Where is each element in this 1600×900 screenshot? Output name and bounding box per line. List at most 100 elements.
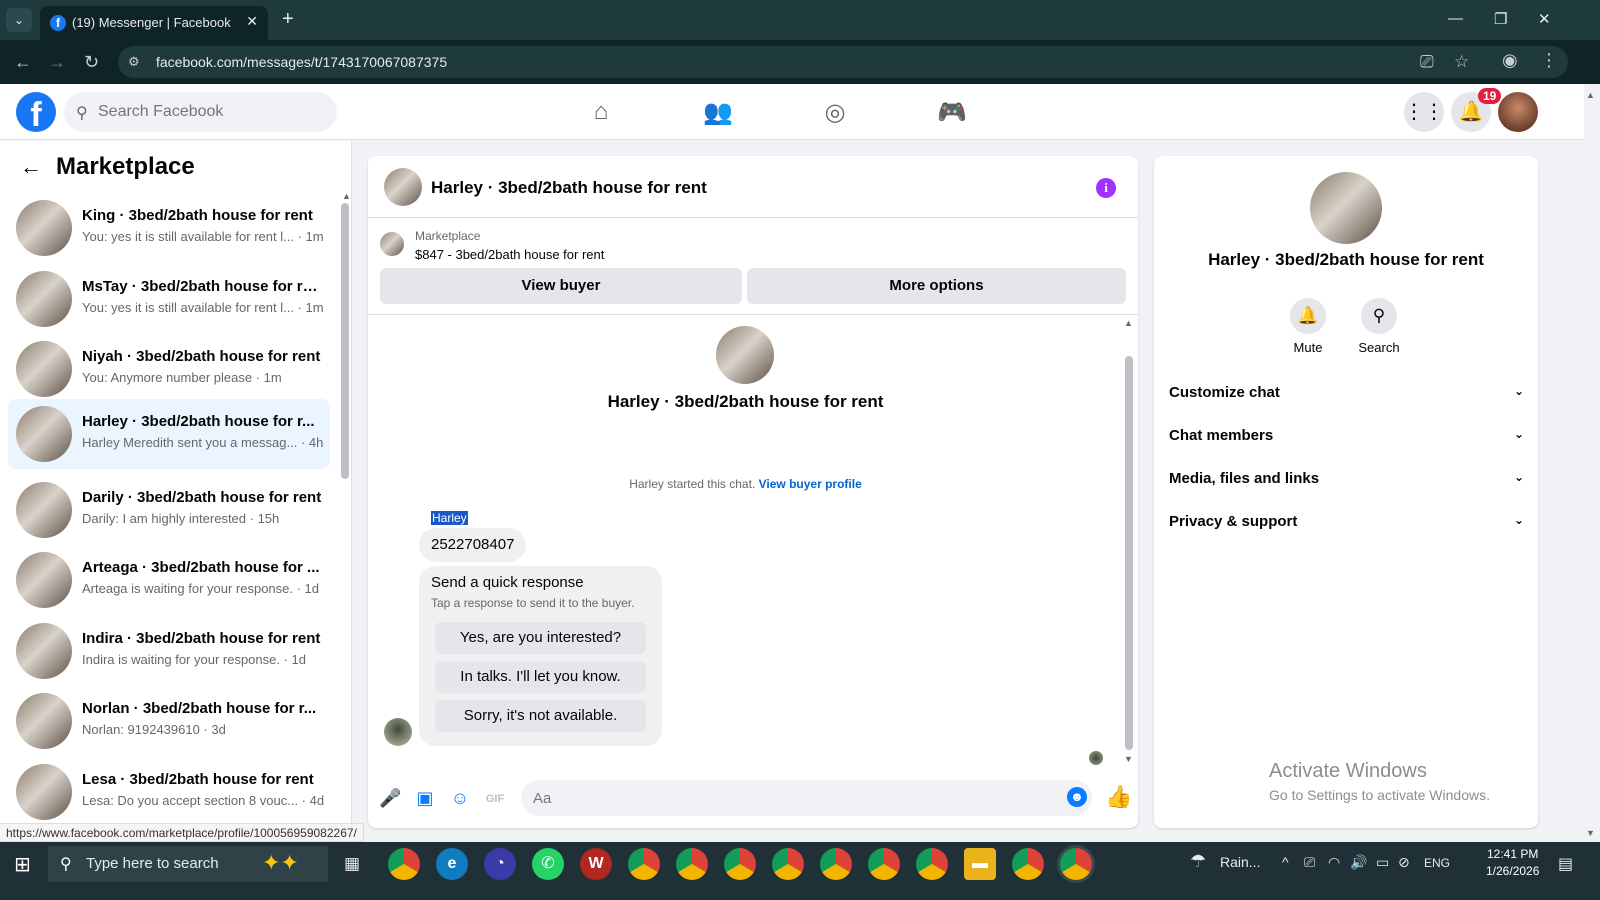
page-scroll-down-icon[interactable]: ▼ — [1586, 828, 1595, 838]
chrome-icon-active[interactable] — [1060, 848, 1092, 880]
gaming-icon[interactable]: 🎮 — [937, 98, 967, 126]
facebook-search[interactable]: ⚲ — [64, 92, 337, 132]
forward-icon[interactable]: → — [48, 52, 66, 73]
wps-icon[interactable]: W — [580, 848, 612, 880]
restore-icon[interactable]: ❐ — [1494, 10, 1507, 28]
photo-icon[interactable]: ▣ — [414, 788, 436, 810]
tab-list-chevron-icon[interactable]: ⌄ — [6, 8, 32, 32]
tray-chevron-up-icon[interactable]: ^ — [1282, 854, 1289, 870]
network-off-icon[interactable]: ⊘ — [1398, 854, 1410, 871]
chrome-icon[interactable] — [820, 848, 852, 880]
friends-icon[interactable]: 👥 — [703, 98, 733, 126]
privacy-support-section[interactable]: Privacy & support ⌄ — [1169, 513, 1524, 530]
chrome-icon[interactable] — [868, 848, 900, 880]
battery-icon[interactable]: ▭ — [1376, 854, 1389, 871]
scroll-up-arrow-icon[interactable]: ▲ — [1124, 318, 1133, 328]
thumbs-up-icon[interactable]: 👍 — [1105, 784, 1132, 810]
microphone-icon[interactable]: 🎤 — [379, 788, 401, 810]
quick-response-button[interactable]: Yes, are you interested? — [435, 622, 646, 654]
quick-response-button[interactable]: In talks. I'll let you know. — [435, 661, 646, 693]
customize-chat-section[interactable]: Customize chat ⌄ — [1169, 384, 1524, 401]
facebook-search-input[interactable] — [98, 92, 328, 132]
whatsapp-icon[interactable]: ✆ — [532, 848, 564, 880]
profile-icon[interactable]: ◉ — [1502, 50, 1518, 71]
clock[interactable]: 12:41 PM 1/26/2026 — [1486, 846, 1539, 880]
browser-tab[interactable]: f (19) Messenger | Facebook ✕ — [40, 6, 268, 40]
weather-icon[interactable]: ☂ — [1190, 851, 1206, 872]
install-app-icon[interactable]: ⎚ — [1420, 52, 1434, 72]
close-tab-icon[interactable]: ✕ — [246, 13, 258, 30]
menu-grid-icon[interactable]: ⋮⋮ — [1404, 92, 1444, 132]
message-bubble[interactable]: 2522708407 — [419, 528, 527, 562]
home-icon[interactable]: ⌂ — [586, 98, 616, 126]
chrome-icon[interactable] — [388, 848, 420, 880]
info-icon[interactable]: i — [1096, 178, 1116, 198]
close-window-icon[interactable]: ✕ — [1538, 10, 1551, 28]
facebook-logo-icon[interactable]: f — [16, 92, 56, 132]
weather-text[interactable]: Rain... — [1220, 854, 1260, 870]
chrome-icon[interactable] — [772, 848, 804, 880]
chat-members-section[interactable]: Chat members ⌄ — [1169, 427, 1524, 444]
conversation-item[interactable]: Indira · 3bed/2bath house for rent Indir… — [8, 616, 330, 686]
language-indicator[interactable]: ENG — [1424, 856, 1450, 870]
url-text[interactable]: facebook.com/messages/t/1743170067087375 — [156, 54, 447, 70]
app-icon[interactable]: ◔ — [484, 848, 516, 880]
mute-button[interactable]: 🔔 Mute — [1278, 298, 1338, 355]
chat-title[interactable]: Harley · 3bed/2bath house for rent — [431, 178, 707, 198]
emoji-icon[interactable]: ☻ — [1067, 787, 1087, 807]
account-avatar[interactable] — [1498, 92, 1538, 132]
tray-app-icon[interactable]: ⎚ — [1304, 854, 1315, 871]
bookmark-star-icon[interactable]: ☆ — [1454, 52, 1469, 72]
back-icon[interactable]: ← — [14, 52, 32, 73]
view-buyer-button[interactable]: View buyer — [380, 268, 742, 304]
groups-icon[interactable]: ◎ — [820, 98, 850, 126]
quick-response-button[interactable]: Sorry, it's not available. — [435, 700, 646, 732]
volume-icon[interactable]: 🔊 — [1350, 854, 1367, 871]
chrome-icon[interactable] — [916, 848, 948, 880]
conversation-item[interactable]: Darily · 3bed/2bath house for rent Daril… — [8, 475, 330, 545]
minimize-icon[interactable]: — — [1448, 10, 1463, 27]
more-options-button[interactable]: More options — [747, 268, 1126, 304]
windows-start-icon[interactable]: ⊞ — [14, 852, 31, 877]
omnibox[interactable]: ⚙ facebook.com/messages/t/17431700670873… — [118, 46, 1568, 78]
site-info-icon[interactable]: ⚙ — [128, 54, 144, 70]
file-explorer-icon[interactable]: ▬ — [964, 848, 996, 880]
view-buyer-profile-link[interactable]: View buyer profile — [759, 477, 862, 491]
conversation-item-active[interactable]: Harley · 3bed/2bath house for r... Harle… — [8, 399, 330, 469]
page-scroll-up-icon[interactable]: ▲ — [1586, 90, 1595, 100]
reload-icon[interactable]: ↻ — [84, 52, 99, 73]
edge-icon[interactable]: e — [436, 848, 468, 880]
wifi-icon[interactable]: ◠ — [1328, 854, 1340, 871]
search-in-chat-button[interactable]: ⚲ Search — [1349, 298, 1409, 355]
notification-center-icon[interactable]: ▤ — [1558, 854, 1573, 874]
new-tab-icon[interactable]: + — [282, 8, 294, 31]
listing-avatar — [16, 693, 72, 749]
taskbar-search[interactable]: ⚲ Type here to search ✦✦ — [48, 846, 328, 882]
scroll-up-arrow-icon[interactable]: ▲ — [342, 191, 351, 201]
conversation-item[interactable]: MsTay · 3bed/2bath house for re... You: … — [8, 264, 330, 334]
conversation-item[interactable]: Niyah · 3bed/2bath house for rent You: A… — [8, 334, 330, 404]
chat-avatar[interactable] — [384, 168, 422, 206]
back-arrow-icon[interactable]: ← — [20, 154, 42, 179]
media-files-links-section[interactable]: Media, files and links ⌄ — [1169, 470, 1524, 487]
conversation-item[interactable]: King · 3bed/2bath house for rent You: ye… — [8, 193, 330, 263]
menu-dots-icon[interactable]: ⋮ — [1540, 50, 1558, 71]
sparkle-icon: ✦✦ — [262, 850, 299, 875]
chrome-icon[interactable] — [1012, 848, 1044, 880]
chrome-icon[interactable] — [676, 848, 708, 880]
conversation-item[interactable]: Norlan · 3bed/2bath house for r... Norla… — [8, 686, 330, 756]
quick-response-title: Send a quick response — [431, 574, 584, 591]
chrome-icon[interactable] — [628, 848, 660, 880]
chat-started-notice: Harley started this chat. View buyer pro… — [368, 477, 1123, 491]
chat-scrollbar[interactable] — [1125, 356, 1133, 750]
gif-icon[interactable]: GIF — [484, 788, 506, 810]
task-view-icon[interactable]: ▦ — [344, 854, 360, 874]
chrome-icon[interactable] — [724, 848, 756, 880]
conversation-list-scrollbar[interactable] — [341, 203, 349, 479]
conversation-item[interactable]: Lesa · 3bed/2bath house for rent Lesa: D… — [8, 757, 330, 823]
message-input[interactable] — [521, 780, 1092, 816]
scroll-down-arrow-icon[interactable]: ▼ — [1124, 754, 1133, 764]
details-avatar[interactable] — [1310, 172, 1382, 244]
conversation-item[interactable]: Arteaga · 3bed/2bath house for ... Artea… — [8, 545, 330, 615]
sticker-icon[interactable]: ☺ — [449, 788, 471, 810]
